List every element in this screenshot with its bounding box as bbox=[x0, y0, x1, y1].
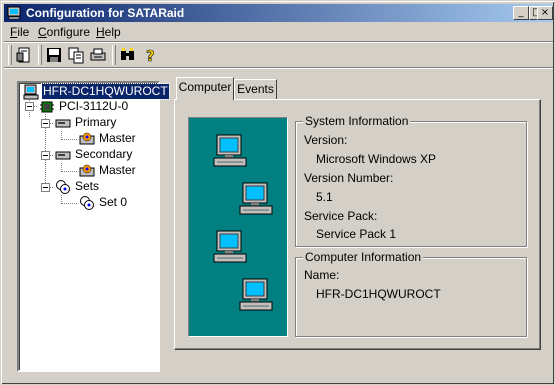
svg-text:?: ? bbox=[146, 47, 155, 65]
chip-icon bbox=[40, 101, 54, 113]
toolbar-grip[interactable] bbox=[8, 45, 12, 65]
properties-icon[interactable] bbox=[14, 45, 34, 65]
toolbar-separator-2 bbox=[112, 45, 116, 65]
menu-bar: File Configure Help bbox=[4, 23, 553, 41]
computer-icon bbox=[239, 182, 273, 216]
toolbar-bottom-separator bbox=[4, 67, 553, 69]
tree-line bbox=[61, 203, 77, 204]
help-icon[interactable]: ? bbox=[140, 45, 160, 65]
tree-collapse-toggle[interactable] bbox=[41, 151, 50, 160]
version-number-label: Version Number: bbox=[304, 171, 394, 185]
save-icon[interactable] bbox=[44, 45, 64, 65]
service-pack-value: Service Pack 1 bbox=[316, 227, 397, 241]
menu-file[interactable]: File bbox=[10, 25, 29, 39]
menu-help[interactable]: Help bbox=[96, 25, 121, 39]
drive-icon bbox=[79, 164, 95, 177]
channel-icon bbox=[55, 151, 71, 160]
raid-sets-icon bbox=[56, 180, 70, 194]
computer-icon bbox=[213, 230, 247, 264]
tree-collapse-toggle[interactable] bbox=[41, 183, 50, 192]
raid-set-icon bbox=[80, 196, 94, 210]
computer-icon bbox=[239, 278, 273, 312]
computer-icon bbox=[23, 84, 39, 100]
app-icon bbox=[7, 6, 21, 20]
close-button[interactable]: × bbox=[537, 6, 553, 20]
version-number-value: 5.1 bbox=[316, 190, 333, 204]
tree-collapse-toggle[interactable] bbox=[25, 102, 34, 111]
window-title: Configuration for SATARaid bbox=[26, 6, 185, 20]
version-value: Microsoft Windows XP bbox=[316, 152, 437, 166]
group-title: System Information bbox=[303, 114, 411, 128]
computer-graphic-panel bbox=[188, 117, 288, 337]
computer-icon bbox=[213, 134, 247, 168]
computer-information-group: Computer Information Name: HFR-DC1HQWURO… bbox=[295, 250, 527, 337]
drive-icon bbox=[79, 132, 95, 145]
channel-icon bbox=[55, 119, 71, 128]
tree-line bbox=[61, 139, 77, 140]
tree-line bbox=[61, 171, 77, 172]
copy-icon[interactable] bbox=[66, 45, 86, 65]
app-window: Configuration for SATARaid _ □ × File Co… bbox=[0, 0, 555, 385]
print-icon[interactable] bbox=[88, 45, 108, 65]
name-value: HFR-DC1HQWUROCT bbox=[316, 287, 441, 301]
tab-events[interactable]: Events bbox=[234, 79, 277, 99]
tree-collapse-toggle[interactable] bbox=[41, 119, 50, 128]
device-tree[interactable]: HFR-DC1HQWUROCT PCI-3112U-0 Primary Mast… bbox=[17, 81, 170, 372]
group-title: Computer Information bbox=[303, 250, 424, 264]
menu-configure[interactable]: Configure bbox=[38, 25, 90, 39]
toolbar-separator bbox=[38, 45, 42, 65]
title-bar[interactable]: Configuration for SATARaid _ □ × bbox=[4, 4, 553, 22]
toolbar: ? bbox=[4, 43, 553, 67]
tab-computer[interactable]: Computer bbox=[176, 77, 234, 100]
system-information-group: System Information Version: Microsoft Wi… bbox=[295, 114, 527, 247]
service-pack-label: Service Pack: bbox=[304, 209, 378, 223]
version-label: Version: bbox=[304, 133, 348, 147]
minimize-button[interactable]: _ bbox=[513, 6, 529, 20]
find-icon[interactable] bbox=[118, 45, 138, 65]
name-label: Name: bbox=[304, 268, 340, 282]
